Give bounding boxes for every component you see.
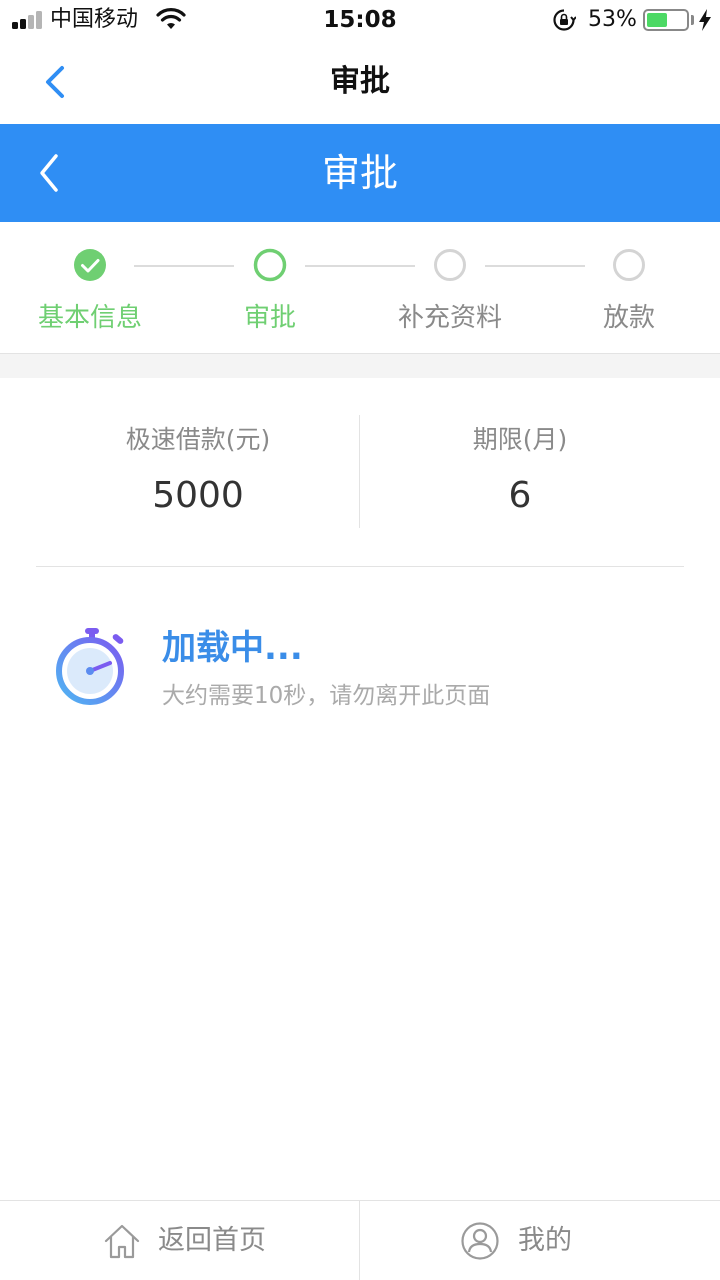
page: 中国移动 15:08 53% 审批 审批 基本信息 审批 补充资料 放款 极速借… (0, 0, 720, 1280)
loan-term-value: 6 (508, 475, 532, 516)
tab-mine[interactable]: 我的 (360, 1201, 720, 1280)
user-icon (461, 1222, 499, 1260)
step-connector (485, 265, 585, 267)
stopwatch-icon (56, 628, 124, 705)
status-bar: 中国移动 15:08 53% (0, 0, 720, 40)
loan-amount-label: 极速借款(元) (125, 425, 271, 454)
battery-icon (643, 9, 689, 31)
battery-cap (691, 15, 694, 25)
step-pending-circle-icon (434, 249, 466, 281)
navigation-bar: 审批 (0, 40, 720, 124)
bottom-tab-bar: 返回首页 我的 (0, 1200, 720, 1280)
charging-bolt-icon (699, 9, 711, 31)
tab-home[interactable]: 返回首页 (0, 1201, 359, 1280)
step-connector (134, 265, 234, 267)
step-label-supplement: 补充资料 (397, 303, 502, 333)
rotation-lock-icon (553, 9, 576, 31)
divider (36, 566, 684, 567)
step-label-basic-info: 基本信息 (37, 303, 142, 333)
home-icon (104, 1224, 140, 1259)
progress-steps: 基本信息 审批 补充资料 放款 (0, 222, 720, 354)
page-header: 审批 (0, 124, 720, 222)
step-label-approval: 审批 (243, 303, 296, 333)
loan-amount-value: 5000 (152, 475, 244, 516)
loan-amount: 极速借款(元) 5000 (18, 420, 378, 522)
tab-mine-label: 我的 (518, 1225, 572, 1256)
step-done-check-icon (74, 249, 106, 281)
battery-level-fill (647, 13, 667, 27)
loading-description: 大约需要10秒，请勿离开此页面 (162, 683, 491, 709)
step-current-circle-icon (253, 248, 287, 282)
battery-percent: 53% (588, 7, 637, 32)
section-gap (0, 354, 720, 378)
tab-home-label: 返回首页 (158, 1225, 266, 1256)
step-connector (305, 265, 415, 267)
step-pending-circle-icon (613, 249, 645, 281)
loan-term: 期限(月) 6 (340, 420, 700, 522)
nav-title: 审批 (330, 64, 390, 99)
loading-title: 加载中... (162, 628, 303, 668)
page-title: 审批 (321, 151, 398, 195)
loan-term-label: 期限(月) (472, 425, 568, 454)
step-label-disbursement: 放款 (602, 303, 655, 333)
